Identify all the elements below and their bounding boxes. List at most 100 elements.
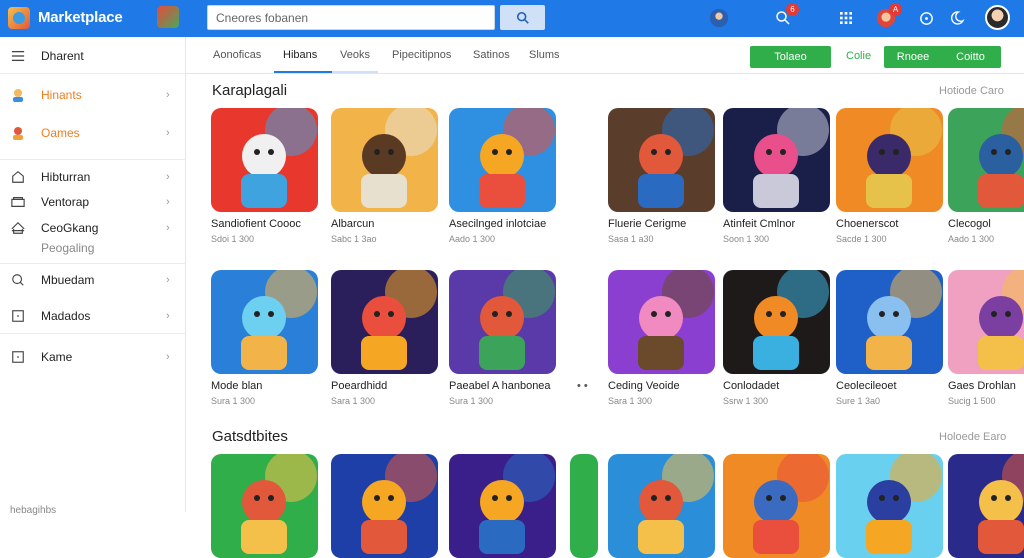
product-card[interactable]: Poeardhidd Sara 1 300 bbox=[331, 270, 438, 406]
product-meta: Aado 1 300 bbox=[449, 234, 496, 244]
product-thumbnail[interactable] bbox=[211, 454, 318, 558]
folder-icon bbox=[10, 194, 26, 210]
sidebar-item-hinants[interactable]: Hinants › bbox=[0, 82, 186, 108]
product-card[interactable] bbox=[608, 454, 715, 558]
product-card[interactable]: Albarcun Sabc 1 3ao bbox=[331, 108, 438, 244]
search-icon bbox=[516, 11, 529, 24]
user-avatar[interactable] bbox=[985, 5, 1010, 30]
search-input[interactable]: Cneores fobanen bbox=[207, 5, 495, 30]
product-card[interactable] bbox=[836, 454, 943, 558]
product-thumbnail[interactable] bbox=[723, 108, 830, 212]
notifications-button[interactable]: 6 bbox=[771, 3, 799, 30]
sidebar-item-ceogkang[interactable]: CeoGkang › bbox=[0, 215, 186, 241]
character-alert-button[interactable]: A bbox=[874, 3, 902, 30]
product-card[interactable] bbox=[211, 454, 318, 558]
sidebar-item-hibturran[interactable]: Hibturran › bbox=[0, 164, 186, 190]
sidebar-item-dharent[interactable]: Dharent bbox=[0, 43, 186, 69]
product-card[interactable]: Mode blan Sura 1 300 bbox=[211, 270, 318, 406]
more-options-icon[interactable]: • • bbox=[577, 380, 588, 392]
sidebar-item-kame[interactable]: Kame › bbox=[0, 344, 186, 370]
tab-slums[interactable]: Slums bbox=[529, 49, 560, 74]
product-thumbnail[interactable] bbox=[449, 108, 556, 212]
app-logo-icon bbox=[8, 7, 30, 29]
game-icon bbox=[10, 125, 26, 141]
product-thumbnail[interactable] bbox=[211, 270, 318, 374]
product-thumbnail[interactable] bbox=[331, 454, 438, 558]
tab-pipecitipnos[interactable]: Pipecitipnos bbox=[392, 49, 451, 74]
sidebar-item-ventorap[interactable]: Ventorap › bbox=[0, 189, 186, 215]
messages-button[interactable] bbox=[914, 6, 938, 30]
store-icon bbox=[10, 220, 26, 236]
product-thumbnail[interactable] bbox=[211, 108, 318, 212]
box-icon bbox=[10, 308, 26, 324]
grid-menu-button[interactable] bbox=[834, 6, 858, 30]
product-meta: Sara 1 300 bbox=[331, 396, 376, 406]
section-title: Gatsdtbites bbox=[212, 428, 288, 445]
sidebar-item-label: Ventorap bbox=[41, 195, 90, 209]
action-button-1[interactable]: Tolaeo bbox=[750, 46, 831, 68]
tab-satinos[interactable]: Satinos bbox=[473, 49, 510, 74]
product-meta: Sure 1 3a0 bbox=[836, 396, 881, 406]
product-name: Conlodadet bbox=[723, 380, 780, 392]
product-card[interactable]: Sandiofient Coooc Sdoi 1 300 bbox=[211, 108, 318, 244]
sidebar-item-oames[interactable]: Oames › bbox=[0, 120, 186, 146]
product-thumbnail[interactable] bbox=[836, 270, 943, 374]
product-card[interactable]: Paeabel A hanbonea Sura 1 300 bbox=[449, 270, 556, 406]
section-view-all-link[interactable]: Holoede Earo bbox=[939, 431, 1006, 443]
product-name: Ceding Veoide bbox=[608, 380, 680, 392]
menu-icon bbox=[10, 48, 26, 64]
product-thumbnail[interactable] bbox=[948, 108, 1024, 212]
product-thumbnail[interactable] bbox=[449, 454, 556, 558]
product-card[interactable]: Conlodadet Ssrw 1 300 bbox=[723, 270, 830, 406]
sidebar-item-madados[interactable]: Madados › bbox=[0, 303, 186, 329]
product-card[interactable]: Ceding Veoide Sara 1 300 bbox=[608, 270, 715, 406]
product-name: Fluerie Cerigme bbox=[608, 218, 687, 230]
product-card[interactable]: Ceolecileoet Sure 1 3a0 bbox=[836, 270, 943, 406]
chevron-right-icon: › bbox=[166, 274, 170, 286]
square-icon bbox=[10, 349, 26, 365]
tab-aonoficas[interactable]: Aonoficas bbox=[213, 49, 261, 74]
product-thumbnail[interactable] bbox=[608, 270, 715, 374]
product-thumbnail[interactable] bbox=[723, 270, 830, 374]
product-thumbnail[interactable] bbox=[723, 454, 830, 558]
product-card[interactable]: Gaes Drohlan Sucig 1 500 bbox=[948, 270, 1024, 406]
settings-button[interactable] bbox=[945, 6, 969, 30]
product-thumbnail[interactable] bbox=[836, 454, 943, 558]
chevron-right-icon: › bbox=[166, 351, 170, 363]
sidebar-item-label: Dharent bbox=[41, 49, 84, 63]
product-thumbnail[interactable] bbox=[948, 270, 1024, 374]
search-button[interactable] bbox=[500, 5, 545, 30]
product-card[interactable]: Choenerscot Sacde 1 300 bbox=[836, 108, 943, 244]
product-card[interactable]: Atinfeit Cmlnor Soon 1 300 bbox=[723, 108, 830, 244]
product-card[interactable]: Asecilnged inlotciae Aado 1 300 bbox=[449, 108, 556, 244]
product-card[interactable] bbox=[570, 454, 598, 558]
action-link[interactable]: Colie bbox=[846, 50, 871, 62]
sidebar-item-label: CeoGkang bbox=[41, 221, 99, 235]
profile-art-icon[interactable] bbox=[707, 6, 731, 30]
product-card[interactable]: Clecogol Aado 1 300 bbox=[948, 108, 1024, 244]
product-thumbnail[interactable] bbox=[608, 108, 715, 212]
product-thumbnail[interactable] bbox=[331, 108, 438, 212]
product-card[interactable] bbox=[449, 454, 556, 558]
action-button-2[interactable]: Rnoee bbox=[884, 46, 942, 68]
sidebar-sub-label[interactable]: Peogaling bbox=[41, 241, 94, 255]
product-thumbnail[interactable] bbox=[331, 270, 438, 374]
sidebar-footer-label[interactable]: hebagihbs bbox=[10, 505, 56, 516]
product-name: Atinfeit Cmlnor bbox=[723, 218, 796, 230]
sidebar-item-label: Kame bbox=[41, 350, 73, 364]
product-thumbnail[interactable] bbox=[836, 108, 943, 212]
product-thumbnail[interactable] bbox=[449, 270, 556, 374]
product-card[interactable] bbox=[948, 454, 1024, 558]
product-thumbnail[interactable] bbox=[948, 454, 1024, 558]
product-name: Albarcun bbox=[331, 218, 375, 230]
product-thumbnail[interactable] bbox=[570, 454, 598, 558]
section-view-all-link[interactable]: Hotiode Caro bbox=[939, 85, 1004, 97]
apps-art-icon[interactable] bbox=[157, 6, 179, 28]
sidebar-item-mbuedam[interactable]: Mbuedam › bbox=[0, 267, 186, 293]
product-card[interactable]: Fluerie Cerigme Sasa 1 a30 bbox=[608, 108, 715, 244]
product-meta: Aado 1 300 bbox=[948, 234, 995, 244]
product-card[interactable] bbox=[331, 454, 438, 558]
product-thumbnail[interactable] bbox=[608, 454, 715, 558]
product-card[interactable] bbox=[723, 454, 830, 558]
action-button-3[interactable]: Coitto bbox=[940, 46, 1001, 68]
